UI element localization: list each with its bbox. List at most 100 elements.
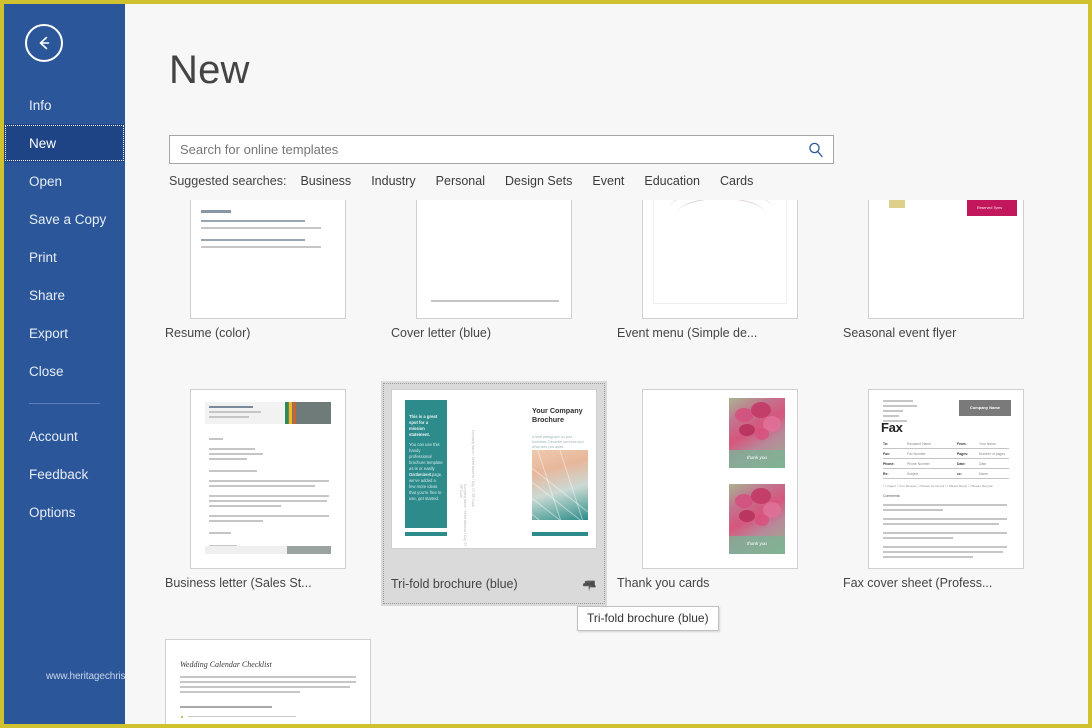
sidebar-item-label: Save a Copy <box>29 211 107 227</box>
trifold-mid-text-2: Company Name / Street Address / City, ST… <box>459 484 467 547</box>
fax-value: Recipient Name <box>907 442 932 446</box>
template-tile-thank-you-cards[interactable]: thank you thank you Thank you cards <box>607 381 833 606</box>
fax-label: Pages: <box>957 452 969 456</box>
template-name: Fax cover sheet (Profess... <box>843 576 993 590</box>
trifold-mid-text: Company Name / Street Address / City, ST… <box>471 430 475 508</box>
fax-value: Number of pages <box>979 452 1006 456</box>
template-tile-wedding-calendar-checklist[interactable]: Wedding Calendar Checklist <box>155 631 381 724</box>
suggested-link-design-sets[interactable]: Design Sets <box>505 174 572 188</box>
thumbnail-wrap <box>617 200 823 319</box>
suggested-searches-label: Suggested searches: <box>169 174 287 188</box>
sidebar-item-label: Print <box>29 249 57 265</box>
fax-company-logo: Company Name <box>959 400 1011 416</box>
template-tile-event-menu[interactable]: Event menu (Simple de... <box>607 200 833 356</box>
search-row <box>169 135 834 164</box>
thumbnail-wrap: thank you thank you <box>617 389 823 569</box>
template-caption: Business letter (Sales St... <box>165 576 371 590</box>
fax-label: To: <box>883 442 889 446</box>
template-caption: Resume (color) <box>165 326 371 340</box>
template-tile-cover-letter-blue[interactable]: Your Name Cover letter (blue) <box>381 200 607 356</box>
sidebar-item-label: Feedback <box>29 466 89 482</box>
sidebar-item-export[interactable]: Export <box>4 314 125 352</box>
thumbnail-wrap <box>165 389 371 569</box>
suggested-link-event[interactable]: Event <box>592 174 624 188</box>
search-icon[interactable] <box>807 141 825 159</box>
template-caption: Seasonal event flyer <box>843 326 1049 340</box>
template-name: Cover letter (blue) <box>391 326 492 340</box>
sidebar-item-options[interactable]: Options <box>4 493 125 531</box>
template-tooltip: Tri-fold brochure (blue) <box>577 606 719 631</box>
template-thumbnail <box>642 200 798 319</box>
fax-value: Date <box>979 462 987 466</box>
template-name: Event menu (Simple de... <box>617 326 758 340</box>
thumbnail-wrap <box>165 200 371 319</box>
search-box[interactable] <box>169 135 834 164</box>
template-thumbnail: Your Name <box>416 200 572 319</box>
template-tile-business-letter[interactable]: Business letter (Sales St... <box>155 381 381 606</box>
fax-comments-label: Comments: <box>883 494 901 498</box>
backstage-sidebar: Info New Open Save a Copy Print Share Ex… <box>4 4 194 724</box>
backstage-main: New Suggested searches: Business Industr… <box>125 4 1088 724</box>
suggested-link-personal[interactable]: Personal <box>436 174 485 188</box>
suggested-link-business[interactable]: Business <box>300 174 351 188</box>
suggested-link-cards[interactable]: Cards <box>720 174 753 188</box>
sidebar-item-print[interactable]: Print <box>4 238 125 276</box>
back-arrow-icon <box>39 36 50 50</box>
sidebar-item-close[interactable]: Close <box>4 352 125 390</box>
fax-value: Name <box>979 472 989 476</box>
fax-label: Date: <box>957 462 966 466</box>
sidebar-item-label: Info <box>29 97 52 113</box>
template-name: Resume (color) <box>165 326 251 340</box>
template-tile-resume-color[interactable]: Resume (color) <box>155 200 381 356</box>
sidebar-item-new[interactable]: New <box>4 124 125 162</box>
suggested-link-education[interactable]: Education <box>644 174 700 188</box>
template-thumbnail: COMPANY NAME Street Address City, ST ZIP… <box>868 200 1024 319</box>
sidebar-item-label: Close <box>29 363 64 379</box>
search-input[interactable] <box>180 142 807 157</box>
template-thumbnail <box>190 389 346 569</box>
trifold-left-panel: This is a great spot for a mission state… <box>405 400 447 528</box>
template-tile-tri-fold-brochure-blue[interactable]: This is a great spot for a mission state… <box>381 381 607 606</box>
sidebar-item-account[interactable]: Account <box>4 417 125 455</box>
sidebar-item-label: Open <box>29 173 63 189</box>
suggested-link-industry[interactable]: Industry <box>371 174 415 188</box>
template-thumbnail: Wedding Calendar Checklist <box>165 639 371 724</box>
sidebar-item-open[interactable]: Open <box>4 162 125 200</box>
sidebar-item-share[interactable]: Share <box>4 276 125 314</box>
trifold-tagline: A brief paragraph on your business. Desc… <box>532 435 584 450</box>
sidebar-item-label: Account <box>29 428 78 444</box>
template-grid[interactable]: Resume (color) Your Name Cover letter (b… <box>155 200 1072 724</box>
thumbnail-wrap: Company Name Fax To: Recipient Name From… <box>843 389 1049 569</box>
sidebar-item-save-a-copy[interactable]: Save a Copy <box>4 200 125 238</box>
suggested-searches: Suggested searches: Business Industry Pe… <box>169 174 773 188</box>
sidebar-item-label: New <box>29 135 57 151</box>
template-tile-fax-cover-sheet[interactable]: Company Name Fax To: Recipient Name From… <box>833 381 1059 606</box>
pin-icon[interactable] <box>581 576 597 592</box>
fax-value: Subject <box>907 472 919 476</box>
back-button[interactable] <box>25 24 63 62</box>
fax-title: Fax <box>881 420 903 435</box>
template-thumbnail: thank you thank you <box>642 389 798 569</box>
template-caption: Event menu (Simple de... <box>617 326 823 340</box>
thank-you-card-top: thank you <box>729 398 785 468</box>
wedding-title: Wedding Calendar Checklist <box>180 660 272 669</box>
template-tile-seasonal-event-flyer[interactable]: COMPANY NAME Street Address City, ST ZIP… <box>833 200 1059 356</box>
template-thumbnail: This is a great spot for a mission state… <box>391 389 597 549</box>
sidebar-item-info[interactable]: Info <box>4 86 125 124</box>
sidebar-item-feedback[interactable]: Feedback <box>4 455 125 493</box>
template-caption: Cover letter (blue) <box>391 326 597 340</box>
fax-label: Re: <box>883 472 889 476</box>
watermark-visible: www.heritagechris <box>46 671 126 682</box>
thumbnail-wrap: This is a great spot for a mission state… <box>391 389 597 569</box>
thank-you-card-bottom: thank you <box>729 484 785 554</box>
fax-value: Your Name <box>979 442 996 446</box>
trifold-mission: This is a great spot for a mission state… <box>409 414 438 438</box>
thumbnail-wrap: COMPANY NAME Street Address City, ST ZIP… <box>843 200 1049 319</box>
template-name: Business letter (Sales St... <box>165 576 312 590</box>
fax-label: Fax: <box>883 452 890 456</box>
thumbnail-wrap: Wedding Calendar Checklist <box>165 639 371 724</box>
template-thumbnail <box>190 200 346 319</box>
template-caption: Thank you cards <box>617 576 823 590</box>
fax-label: From: <box>957 442 967 446</box>
sidebar-item-label: Export <box>29 325 69 341</box>
